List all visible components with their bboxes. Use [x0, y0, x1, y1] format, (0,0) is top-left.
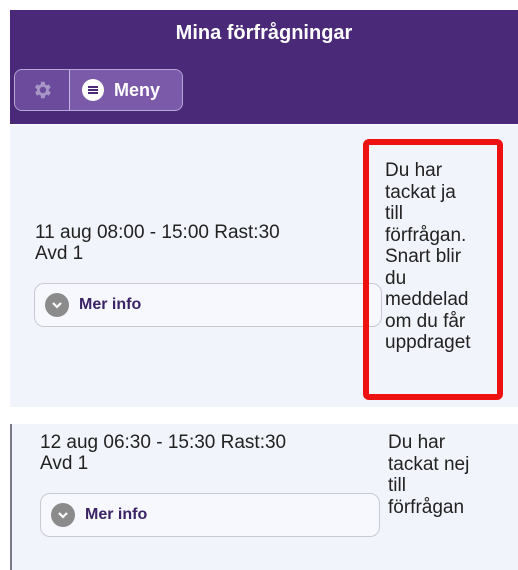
request-dept: Avd 1	[40, 453, 89, 474]
page-title: Mina förfrågningar	[175, 22, 353, 44]
request-dept: Avd 1	[35, 243, 84, 264]
request-details: 11 aug 08:00 - 15:00 Rast:30 Avd 1	[35, 222, 280, 264]
more-info-label: Mer info	[79, 296, 142, 313]
request-details: 12 aug 06:30 - 15:30 Rast:30 Avd 1	[40, 432, 286, 474]
settings-button[interactable]	[15, 70, 69, 110]
gear-icon	[35, 81, 51, 99]
status-line: tackat nej	[388, 453, 470, 475]
hamburger-icon	[82, 79, 104, 101]
more-info-button[interactable]: Mer info	[40, 493, 380, 537]
chevron-down-icon	[51, 503, 75, 527]
header-button-group: Meny	[14, 69, 183, 111]
chevron-down-icon	[45, 293, 69, 317]
more-info-button[interactable]: Mer info	[34, 283, 382, 327]
request-time: 11 aug 08:00 - 15:00 Rast:30	[35, 222, 280, 243]
highlight-box	[363, 139, 503, 400]
status-line: till	[388, 475, 406, 496]
menu-button-label: Meny	[114, 79, 161, 100]
request-status: Du har tackat nej till förfrågan	[388, 432, 506, 518]
status-line: förfrågan	[388, 496, 465, 518]
menu-button[interactable]: Meny	[69, 70, 182, 110]
more-info-label: Mer info	[85, 506, 148, 523]
request-card: 12 aug 06:30 - 15:30 Rast:30 Avd 1 Mer i…	[10, 424, 518, 570]
status-line: Du har	[388, 432, 446, 453]
request-time: 12 aug 06:30 - 15:30 Rast:30	[40, 432, 287, 453]
app-header: Mina förfrågningar Meny	[10, 10, 518, 124]
